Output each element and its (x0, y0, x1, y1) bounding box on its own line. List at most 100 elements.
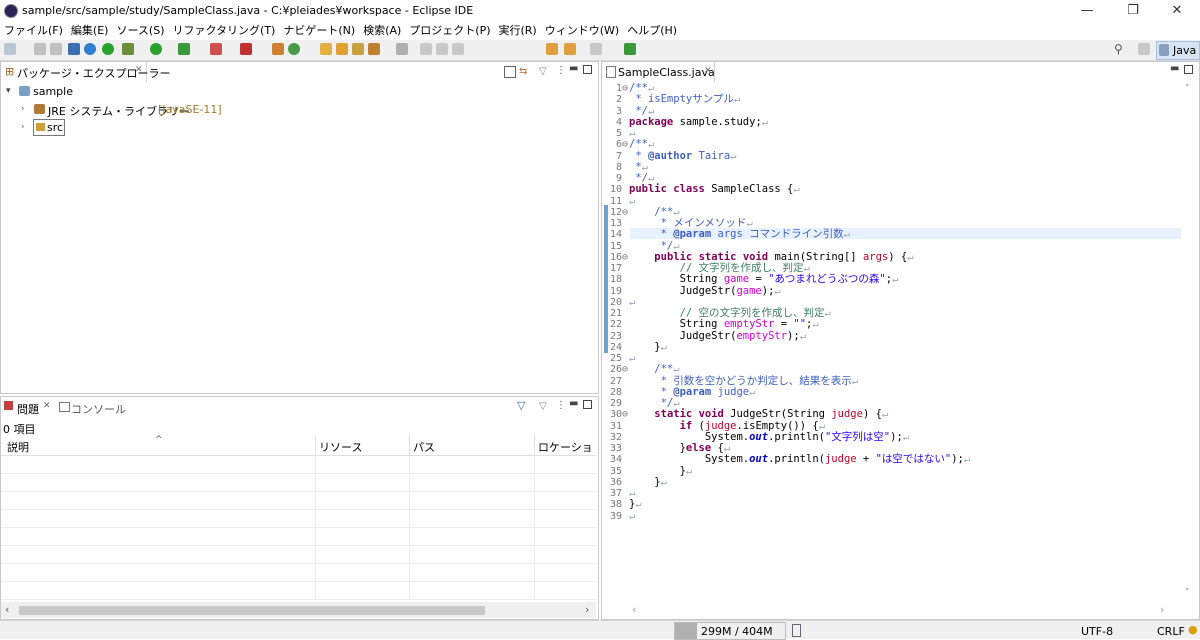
code-line[interactable]: JudgeStr(game);↵ (629, 285, 1185, 297)
code-line[interactable]: JudgeStr(emptyStr);↵ (629, 330, 1185, 342)
stop-icon[interactable] (210, 43, 222, 55)
code-line[interactable]: package sample.study;↵ (629, 116, 1185, 128)
column-resource[interactable]: リソース (319, 439, 362, 455)
open-perspective-icon[interactable] (1138, 43, 1150, 55)
next-annotation-icon[interactable] (420, 43, 432, 55)
tip-lightbulb-icon[interactable]: ● (1188, 623, 1198, 636)
filter-icon[interactable]: ▽ (517, 399, 525, 412)
menu-search[interactable]: 検索(A) (359, 22, 405, 40)
code-line[interactable]: ↵ (629, 195, 1185, 207)
code-line[interactable]: * @param judge↵ (629, 386, 1185, 398)
new-window-icon[interactable] (624, 43, 636, 55)
code-line[interactable]: * @author Taira↵ (629, 150, 1185, 162)
code-line[interactable]: ↵ (629, 127, 1185, 139)
annotation-icon[interactable] (396, 43, 408, 55)
maximize-button[interactable]: ❐ (1110, 0, 1156, 22)
scroll-left-icon[interactable]: ‹ (632, 603, 636, 616)
horizontal-scrollbar[interactable]: ‹ › (1, 602, 596, 618)
code-line[interactable]: ↵ (629, 510, 1185, 522)
scroll-down-icon[interactable]: ˅ (1185, 588, 1190, 598)
scroll-up-icon[interactable]: ˄ (1185, 84, 1190, 94)
line-ending-label[interactable]: CRLF (1157, 625, 1185, 638)
tree-item-project[interactable]: sample (33, 85, 73, 98)
column-description[interactable]: 説明 (7, 439, 29, 455)
pen-icon[interactable] (368, 43, 380, 55)
skip-breakpoints-icon[interactable] (84, 43, 96, 55)
code-line[interactable]: System.out.println(judge + "は空ではない");↵ (629, 453, 1185, 465)
code-line[interactable]: public class SampleClass {↵ (629, 183, 1185, 195)
debug-icon[interactable] (122, 43, 134, 55)
minimize-view-icon[interactable]: ▬ (569, 63, 578, 74)
code-line[interactable]: String game = "あつまれどうぶつの森";↵ (629, 273, 1185, 285)
maximize-view-icon[interactable] (1184, 65, 1193, 74)
view-menu-icon[interactable]: ⋮ (556, 400, 566, 411)
problems-tab[interactable]: 問題 ✕ (1, 397, 53, 417)
coverage-icon[interactable] (102, 43, 114, 55)
new-java-class-icon[interactable] (288, 43, 300, 55)
menu-window[interactable]: ウィンドウ(W) (541, 22, 623, 40)
editor-tab[interactable]: SampleClass.java ✕ (602, 62, 715, 82)
minimize-view-icon[interactable]: ▬ (569, 398, 578, 409)
close-tab-icon[interactable]: ✕ (704, 66, 712, 76)
code-line[interactable]: ↵ (629, 352, 1185, 364)
server-icon[interactable] (240, 43, 252, 55)
link-editor-icon[interactable]: ⇆ (519, 66, 527, 77)
search-toolbar-icon[interactable] (352, 43, 364, 55)
menu-file[interactable]: ファイル(F) (0, 22, 67, 40)
menu-help[interactable]: ヘルプ(H) (623, 22, 681, 40)
menu-refactor[interactable]: リファクタリング(T) (168, 22, 279, 40)
package-explorer-tab[interactable]: ⊞ パッケージ・エクスプローラー ✕ (1, 62, 170, 82)
terminal-icon[interactable] (68, 43, 80, 55)
tree-expand-jre-icon[interactable]: › (21, 104, 25, 114)
minimize-view-icon[interactable]: ▬ (1170, 63, 1179, 74)
code-line[interactable]: *↵ (629, 161, 1185, 173)
heap-status[interactable]: 299M / 404M (674, 622, 786, 640)
menu-run[interactable]: 実行(R) (495, 22, 541, 40)
open-type-icon[interactable] (320, 43, 332, 55)
scrollbar-thumb[interactable] (19, 606, 485, 615)
code-line[interactable]: ↵ (629, 487, 1185, 499)
filter-icon[interactable]: ▽ (539, 66, 547, 77)
vertical-scrollbar[interactable]: ˄ ˅ (1181, 82, 1197, 602)
tree-item-src-box[interactable]: src (33, 119, 65, 136)
code-line[interactable]: * isEmptyサンプル↵ (629, 94, 1185, 105)
editor-horizontal-scrollbar[interactable]: ‹ › (610, 602, 1181, 618)
menu-edit[interactable]: 編集(E) (67, 22, 113, 40)
scroll-left-icon[interactable]: ‹ (5, 603, 9, 616)
maximize-view-icon[interactable] (583, 400, 592, 409)
collapse-all-icon[interactable] (504, 66, 516, 78)
external-tools-icon[interactable] (178, 43, 190, 55)
menu-source[interactable]: ソース(S) (112, 22, 168, 40)
view-menu-icon[interactable]: ⋮ (556, 65, 566, 76)
java-perspective-button[interactable]: Java (1156, 41, 1200, 60)
maximize-view-icon[interactable] (583, 65, 592, 74)
new-icon[interactable] (4, 43, 16, 55)
code-line[interactable]: * @param args コマンドライン引数↵ (629, 229, 1185, 240)
console-tab[interactable]: コンソール (57, 397, 126, 417)
code-line[interactable]: }↵ (629, 498, 1185, 510)
search-icon[interactable]: ⚲ (1114, 42, 1123, 56)
new-java-package-icon[interactable] (272, 43, 284, 55)
code-line[interactable]: }↵ (629, 476, 1185, 488)
column-path[interactable]: パス (413, 439, 435, 455)
code-line[interactable]: }↵ (629, 341, 1185, 353)
save-all-icon[interactable] (50, 43, 62, 55)
code-line[interactable]: String emptyStr = "";↵ (629, 318, 1185, 330)
menu-navigate[interactable]: ナビゲート(N) (279, 22, 359, 40)
code-area[interactable]: /**↵ * isEmptyサンプル↵ */↵ package sample.st… (629, 82, 1185, 522)
close-button[interactable]: ✕ (1154, 0, 1200, 22)
scroll-right-icon[interactable]: › (585, 603, 589, 616)
last-edit-icon[interactable] (452, 43, 464, 55)
code-line[interactable]: }↵ (629, 465, 1185, 477)
minimize-button[interactable]: — (1064, 0, 1110, 22)
pin-editor-icon[interactable] (590, 43, 602, 55)
tree-expand-src-icon[interactable]: › (21, 122, 25, 132)
forward-icon[interactable] (564, 43, 576, 55)
save-icon[interactable] (34, 43, 46, 55)
tree-expand-project-icon[interactable]: ▾ (6, 86, 11, 96)
encoding-label[interactable]: UTF-8 (1081, 625, 1113, 638)
open-task-icon[interactable] (336, 43, 348, 55)
prev-annotation-icon[interactable] (436, 43, 448, 55)
sort-icon[interactable]: ▽ (539, 401, 547, 412)
back-icon[interactable] (546, 43, 558, 55)
